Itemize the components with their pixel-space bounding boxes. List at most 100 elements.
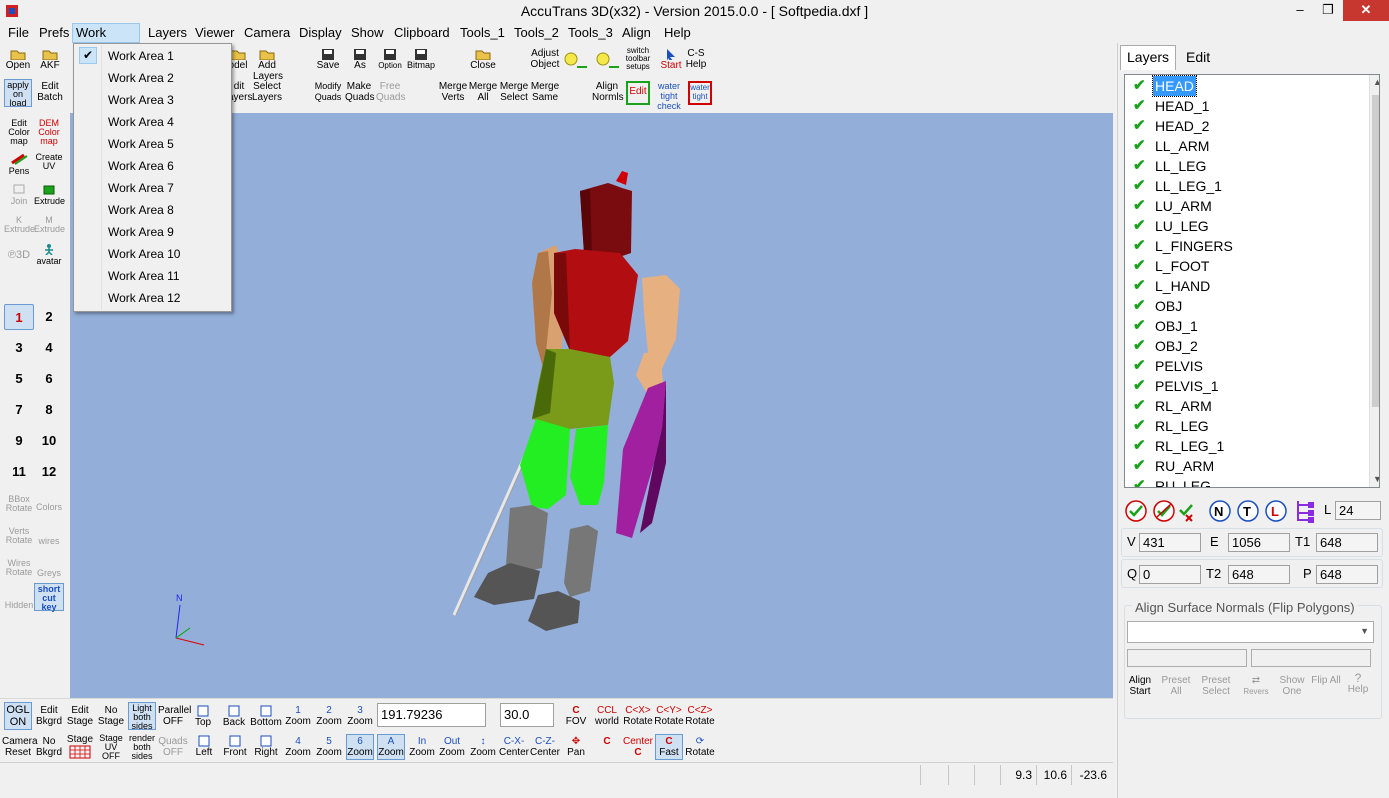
flip-all-button[interactable]: Flip All — [1308, 675, 1344, 686]
option-button[interactable]: Option — [376, 48, 404, 71]
show-one-button[interactable]: Show One — [1274, 675, 1310, 697]
rotate-x-button[interactable]: C<X> Rotate — [623, 705, 653, 727]
work-area-item[interactable]: Work Area 3 — [76, 89, 229, 111]
save-as-button[interactable]: As — [346, 48, 374, 71]
work-area-item[interactable]: Work Area 7 — [76, 177, 229, 199]
work-area-item[interactable]: Work Area 9 — [76, 221, 229, 243]
view-back-button[interactable]: Back — [220, 705, 248, 728]
merge-same-button[interactable]: Merge Same — [530, 81, 560, 103]
select-layers-button[interactable]: Select Layers — [250, 81, 284, 103]
m-extrude-button[interactable]: M Extrude — [34, 213, 65, 234]
render-both-sides-button[interactable]: render both sides — [127, 734, 157, 761]
edit-bkgrd-button[interactable]: Edit Bkgrd — [34, 705, 64, 727]
stage-grid-button[interactable]: Stage — [65, 734, 95, 762]
menu-help[interactable]: Help — [661, 24, 694, 42]
layer-item[interactable]: ✔ RU_ARM — [1133, 456, 1363, 476]
merge-all-button[interactable]: Merge All — [468, 81, 498, 103]
rotate-y-button[interactable]: C<Y> Rotate — [654, 705, 684, 727]
hand-arrow-button[interactable] — [562, 51, 590, 78]
rotate-button[interactable]: ⟳ Rotate — [685, 736, 715, 758]
work-area-item[interactable]: Work Area 5 — [76, 133, 229, 155]
open-button[interactable]: Open — [4, 48, 32, 71]
extrude-button[interactable]: Extrude — [34, 183, 65, 206]
layer-item[interactable]: ✔ HEAD_2 — [1133, 116, 1363, 136]
menu-file[interactable]: File — [5, 24, 32, 42]
work-area-item[interactable]: Work Area 6 — [76, 155, 229, 177]
layer-item[interactable]: ✔ LL_LEG_1 — [1133, 176, 1363, 196]
zoom-5-button[interactable]: 5 Zoom — [315, 736, 343, 758]
workarea-5-button[interactable]: 5 — [4, 366, 34, 392]
world-button[interactable]: CCL world — [592, 705, 622, 727]
menu-tools-3[interactable]: Tools_3 — [565, 24, 616, 42]
workarea-12-button[interactable]: 12 — [34, 459, 64, 485]
menu-display[interactable]: Display — [296, 24, 345, 42]
workarea-1-button[interactable]: 1 — [4, 304, 34, 330]
layer-item[interactable]: ✔ RL_LEG — [1133, 416, 1363, 436]
pens-button[interactable]: Pens — [4, 153, 34, 176]
camera-pivot-button[interactable]: C — [593, 736, 621, 747]
workarea-3-button[interactable]: 3 — [4, 335, 34, 361]
free-quads-button[interactable]: Free Quads — [376, 81, 405, 103]
help-button[interactable]: ? Help — [1340, 672, 1376, 695]
switch-toolbar-button[interactable]: switch toolbar setups — [624, 47, 652, 71]
tab-layers[interactable]: Layers — [1120, 45, 1177, 70]
workarea-4-button[interactable]: 4 — [34, 335, 64, 361]
menu-show[interactable]: Show — [348, 24, 387, 42]
work-area-item[interactable]: Work Area 2 — [76, 67, 229, 89]
view-left-button[interactable]: Left — [190, 735, 218, 758]
menu-tools-1[interactable]: Tools_1 — [457, 24, 508, 42]
start-button[interactable]: Start — [658, 48, 684, 71]
modify-quads-button[interactable]: Modify Quads — [314, 81, 342, 103]
quads-off-button[interactable]: Quads OFF — [158, 736, 188, 758]
bbox-rotate-button[interactable]: BBox Rotate — [4, 493, 34, 513]
create-uv-button[interactable]: Create UV — [34, 153, 64, 171]
layer-list-scrollbar[interactable]: ▲ ▼ — [1369, 75, 1379, 487]
zoom-3-button[interactable]: 3 Zoom — [346, 705, 374, 727]
scroll-down-icon[interactable]: ▼ — [1373, 474, 1379, 484]
cs-help-button[interactable]: C-S Help — [684, 48, 708, 70]
align-field-left[interactable] — [1127, 649, 1247, 667]
bitmap-button[interactable]: Bitmap — [406, 48, 436, 71]
revers-button[interactable]: ⇄ Revers — [1236, 675, 1276, 697]
make-quads-button[interactable]: Make Quads — [345, 81, 374, 103]
wires-rotate-button[interactable]: Wires Rotate — [4, 557, 34, 577]
zoom-4-button[interactable]: 4 Zoom — [284, 736, 312, 758]
menu-layers[interactable]: Layers — [145, 24, 190, 42]
align-field-right[interactable] — [1251, 649, 1371, 667]
layer-item[interactable]: ✔ HEAD_1 — [1133, 96, 1363, 116]
layer-item[interactable]: ✔ LL_LEG — [1133, 156, 1363, 176]
layer-list[interactable]: ✔ HEAD ✔ HEAD_1 ✔ HEAD_2 ✔ LL_ARM ✔ LL_LEG ✔ L… — [1124, 74, 1380, 488]
zoom-in-button[interactable]: In Zoom — [408, 736, 436, 758]
layer-item[interactable]: ✔ LU_LEG — [1133, 216, 1363, 236]
workarea-10-button[interactable]: 10 — [34, 428, 64, 454]
akf-button[interactable]: AKF — [36, 48, 64, 71]
avatar-button[interactable]: avatar — [34, 243, 64, 266]
workarea-6-button[interactable]: 6 — [34, 366, 64, 392]
edit-stage-button[interactable]: Edit Stage — [65, 705, 95, 727]
layer-item[interactable]: ✔ RL_ARM — [1133, 396, 1363, 416]
zoom-value-field[interactable]: 191.79236 — [377, 703, 486, 727]
stage-uv-off-button[interactable]: Stage UV OFF — [96, 734, 126, 761]
align-normals-button[interactable]: Align Normls — [592, 81, 624, 103]
light-both-sides-button[interactable]: Light both sides — [128, 702, 156, 731]
greys-button[interactable]: Greys — [34, 557, 64, 578]
water-tight-toggle-button[interactable]: water tight — [688, 81, 712, 105]
workarea-8-button[interactable]: 8 — [34, 397, 64, 423]
center-z-button[interactable]: C-Z- Center — [530, 736, 560, 758]
work-area-item[interactable]: Work Area 4 — [76, 111, 229, 133]
edit-batch-button[interactable]: Edit Batch — [36, 81, 64, 103]
workarea-7-button[interactable]: 7 — [4, 397, 34, 423]
menu-clipboard[interactable]: Clipboard — [391, 24, 453, 42]
preset-select-button[interactable]: Preset Select — [1198, 675, 1234, 697]
work-area-item[interactable]: Work Area 10 — [76, 243, 229, 265]
layer-item[interactable]: ✔ OBJ_1 — [1133, 316, 1363, 336]
zoom-a-button[interactable]: A Zoom — [377, 734, 405, 760]
merge-select-button[interactable]: Merge Select — [499, 81, 529, 103]
no-bkgrd-button[interactable]: No Bkgrd — [35, 736, 63, 758]
layer-item[interactable]: ✔ LU_ARM — [1133, 196, 1363, 216]
layer-item[interactable]: ✔ OBJ_2 — [1133, 336, 1363, 356]
layer-item[interactable]: ✔ OBJ — [1133, 296, 1363, 316]
align-start-button[interactable]: Align Start — [1122, 675, 1158, 697]
view-top-button[interactable]: Top — [190, 705, 216, 728]
work-area-item[interactable]: Work Area 8 — [76, 199, 229, 221]
